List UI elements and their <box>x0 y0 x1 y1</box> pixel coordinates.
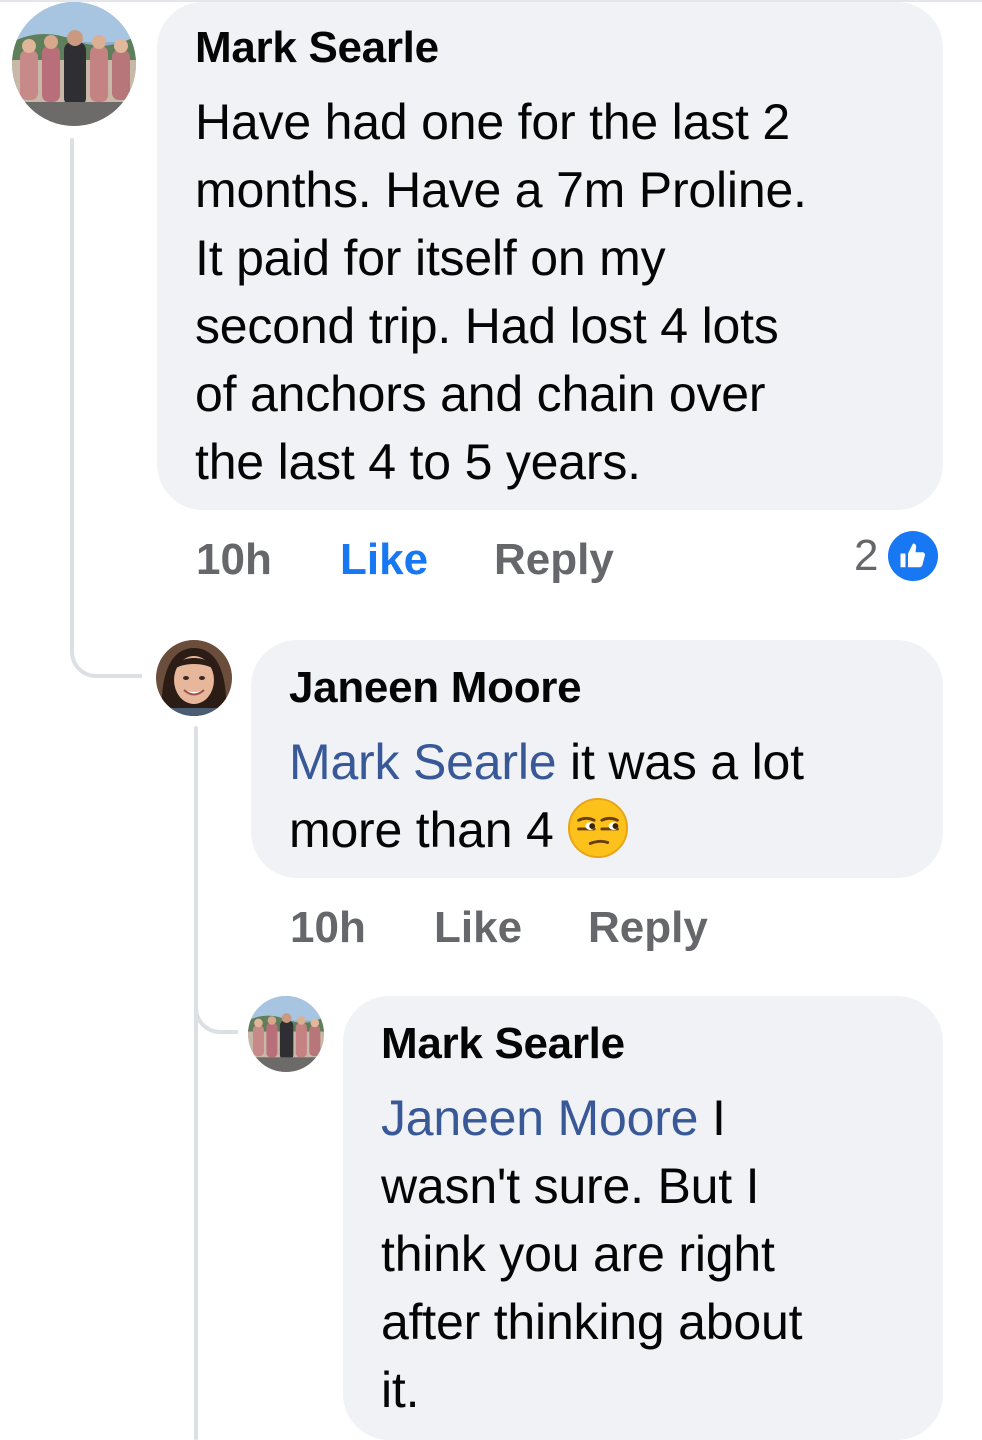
reply-button[interactable]: Reply <box>588 903 708 953</box>
avatar-mark-searle-small[interactable] <box>248 996 324 1072</box>
comment-line: wasn't sure. But I <box>381 1158 760 1214</box>
reaction-summary[interactable]: 2 <box>854 528 939 584</box>
comment-text: Mark Searle it was a lot more than 4 <box>289 728 913 864</box>
comment-text: Have had one for the last 2 months. Have… <box>195 88 913 496</box>
unamused-face-emoji-icon <box>568 797 629 859</box>
like-button[interactable]: Like <box>434 903 588 953</box>
comment-line: the last 4 to 5 years. <box>195 434 641 490</box>
mention-link[interactable]: Mark Searle <box>289 734 557 790</box>
nested-reply-bubble: Mark Searle Janeen Moore I wasn't sure. … <box>343 996 943 1440</box>
comment-actions: 10h Like Reply <box>196 532 614 588</box>
comment-bubble: Mark Searle Have had one for the last 2 … <box>157 2 943 510</box>
comment-text-segment: it was a lot <box>556 734 804 790</box>
comment-line: think you are right <box>381 1226 775 1282</box>
avatar-mark-searle[interactable] <box>12 2 136 126</box>
group-photo-avatar-image <box>12 2 136 126</box>
comment-author[interactable]: Janeen Moore <box>289 662 913 714</box>
thread-line-reply <box>194 726 198 1440</box>
like-button[interactable]: Like <box>340 535 494 585</box>
thread-connector-elbow-nested <box>194 980 238 1034</box>
comment-line: more than 4 <box>289 796 913 864</box>
comment-text-segment: I <box>698 1090 726 1146</box>
comment-line: It paid for itself on my <box>195 230 666 286</box>
comment-line: Have had one for the last 2 <box>195 94 790 150</box>
group-photo-avatar-image <box>248 996 324 1072</box>
reply-actions: 10h Like Reply <box>290 900 708 956</box>
comment-text-segment: more than 4 <box>289 802 568 858</box>
comment-line: it. <box>381 1362 420 1418</box>
comment-text: Janeen Moore I wasn't sure. But I think … <box>381 1084 913 1424</box>
thumbs-up-icon <box>888 531 939 581</box>
comment-line: of anchors and chain over <box>195 366 766 422</box>
comment-timestamp[interactable]: 10h <box>290 903 434 953</box>
comment-line: second trip. Had lost 4 lots <box>195 298 779 354</box>
comment-timestamp[interactable]: 10h <box>196 535 340 585</box>
reaction-count: 2 <box>854 531 879 580</box>
comment-author[interactable]: Mark Searle <box>195 22 913 74</box>
comment-line: months. Have a 7m Proline. <box>195 162 807 218</box>
comment-line: Mark Searle it was a lot <box>289 728 913 796</box>
thread-connector-elbow <box>70 620 142 678</box>
reply-button[interactable]: Reply <box>494 535 614 585</box>
woman-portrait-avatar-image <box>156 640 232 716</box>
comment-author[interactable]: Mark Searle <box>381 1018 913 1070</box>
comment-line: after thinking about <box>381 1294 803 1350</box>
reply-bubble: Janeen Moore Mark Searle it was a lot mo… <box>251 640 943 878</box>
thread-line-main <box>70 138 74 638</box>
mention-link[interactable]: Janeen Moore <box>381 1090 698 1146</box>
comment-line: Janeen Moore I <box>381 1084 913 1152</box>
avatar-janeen-moore[interactable] <box>156 640 232 716</box>
